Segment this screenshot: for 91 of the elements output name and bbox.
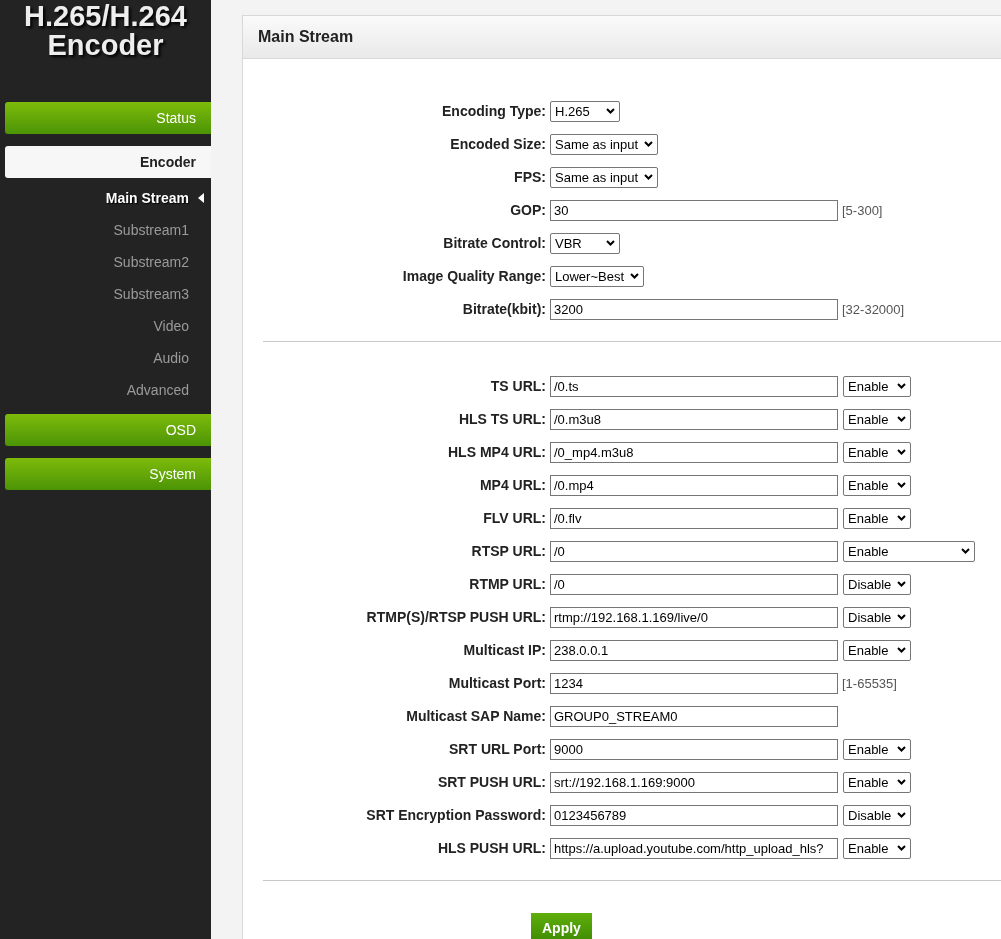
text-field[interactable]: /0.ts xyxy=(550,375,838,397)
dropdown[interactable]: Same as input xyxy=(550,133,659,155)
field-label: FPS: xyxy=(513,169,547,185)
nav-subitem[interactable]: Main Stream xyxy=(105,190,196,206)
dropdown[interactable]: Lower~Best xyxy=(550,265,644,287)
field-label: SRT Encryption Password: xyxy=(365,807,547,823)
caret-icon xyxy=(644,174,654,180)
logo-text: H.265/H.264 xyxy=(24,2,187,31)
field-label: Multicast SAP Name: xyxy=(405,708,547,724)
apply-button[interactable]: Apply xyxy=(531,913,592,939)
field-label: FLV URL: xyxy=(482,510,547,526)
field-label: GOP: xyxy=(509,202,547,218)
field-label: Encoding Type: xyxy=(441,103,547,119)
range-hint: [32-32000] xyxy=(842,301,905,317)
dropdown[interactable]: Enable xyxy=(843,474,911,496)
text-field[interactable]: /0.mp4 xyxy=(550,474,838,496)
range-hint: [1-65535] xyxy=(842,675,897,691)
field-label: Bitrate(kbit): xyxy=(461,301,547,317)
nav-subitem[interactable]: Substream3 xyxy=(113,286,196,302)
caret-icon xyxy=(897,812,907,818)
caret-icon xyxy=(606,240,615,246)
dropdown[interactable]: Enable xyxy=(843,375,911,397)
text-field[interactable]: 9000 xyxy=(550,738,838,760)
dropdown[interactable]: Disable xyxy=(843,573,912,595)
field-label: SRT URL Port: xyxy=(448,741,547,757)
dropdown[interactable]: Same as input xyxy=(550,166,659,188)
dropdown[interactable]: Enable xyxy=(843,738,911,760)
nav-subitem[interactable]: Substream1 xyxy=(113,222,196,238)
caret-icon xyxy=(897,515,906,521)
nav-subitem[interactable]: Video xyxy=(153,318,196,334)
text-field[interactable]: https://a.upload.youtube.com/http_upload_hls? xyxy=(550,837,838,859)
caret-icon xyxy=(897,647,906,653)
text-field[interactable]: 0123456789 xyxy=(550,804,838,826)
dropdown[interactable]: Enable xyxy=(843,771,911,793)
dropdown[interactable]: Enable xyxy=(843,408,911,430)
dropdown[interactable]: Disable xyxy=(843,804,912,826)
field-label: RTMP URL: xyxy=(468,576,547,592)
dropdown[interactable]: H.265 xyxy=(550,100,620,122)
text-field[interactable]: 3200 xyxy=(550,298,838,320)
field-label: Multicast Port: xyxy=(447,675,547,691)
caret-icon xyxy=(644,141,654,147)
dropdown[interactable]: Enable xyxy=(843,639,911,661)
caret-icon xyxy=(897,416,906,422)
caret-icon xyxy=(897,845,906,851)
field-label: MP4 URL: xyxy=(478,477,547,493)
field-label: RTSP URL: xyxy=(470,543,547,559)
pointer-icon xyxy=(198,193,204,203)
caret-icon xyxy=(897,746,906,752)
dropdown[interactable]: Disable xyxy=(843,606,912,628)
field-label: Encoded Size: xyxy=(449,136,547,152)
text-field[interactable]: /0 xyxy=(550,540,838,562)
panel-title: Main Stream xyxy=(243,16,1001,59)
range-hint: [5-300] xyxy=(842,202,883,218)
field-label: TS URL: xyxy=(489,378,547,394)
field-label: SRT PUSH URL: xyxy=(436,774,547,790)
caret-icon xyxy=(897,581,907,587)
field-label: HLS TS URL: xyxy=(457,411,547,427)
caret-icon xyxy=(897,614,907,620)
text-field[interactable]: GROUP0_STREAM0 xyxy=(550,705,838,727)
dropdown[interactable]: Enable xyxy=(843,837,911,859)
text-field[interactable]: /0.m3u8 xyxy=(550,408,838,430)
caret-icon xyxy=(606,108,615,114)
nav-subitem[interactable]: Advanced xyxy=(126,382,196,398)
dropdown[interactable]: Enable xyxy=(843,507,911,529)
caret-icon xyxy=(961,548,970,554)
text-field[interactable]: /0_mp4.m3u8 xyxy=(550,441,838,463)
caret-icon xyxy=(630,273,639,279)
caret-icon xyxy=(897,383,906,389)
nav-subitem[interactable]: Audio xyxy=(153,350,196,366)
field-label: Image Quality Range: xyxy=(401,268,547,284)
dropdown[interactable]: Enable xyxy=(843,441,911,463)
text-field[interactable]: 238.0.0.1 xyxy=(550,639,838,661)
text-field[interactable]: /0 xyxy=(550,573,838,595)
field-label: HLS PUSH URL: xyxy=(436,840,547,856)
field-label: Multicast IP: xyxy=(462,642,547,658)
nav-subitem[interactable]: Substream2 xyxy=(113,254,196,270)
text-field[interactable]: 1234 xyxy=(550,672,838,694)
text-field[interactable]: rtmp://192.168.1.169/live/0 xyxy=(550,606,838,628)
text-field[interactable]: srt://192.168.1.169:9000 xyxy=(550,771,838,793)
logo-text: Encoder xyxy=(47,31,164,60)
text-field[interactable]: /0.flv xyxy=(550,507,838,529)
caret-icon xyxy=(897,482,906,488)
dropdown[interactable]: Enable xyxy=(843,540,975,562)
field-label: RTMP(S)/RTSP PUSH URL: xyxy=(365,609,547,625)
dropdown[interactable]: VBR xyxy=(550,232,620,254)
field-label: HLS MP4 URL: xyxy=(447,444,547,460)
caret-icon xyxy=(897,449,906,455)
caret-icon xyxy=(897,779,906,785)
nav-button[interactable]: Encoder xyxy=(5,146,211,178)
text-field[interactable]: 30 xyxy=(550,199,838,221)
field-label: Bitrate Control: xyxy=(442,235,547,251)
